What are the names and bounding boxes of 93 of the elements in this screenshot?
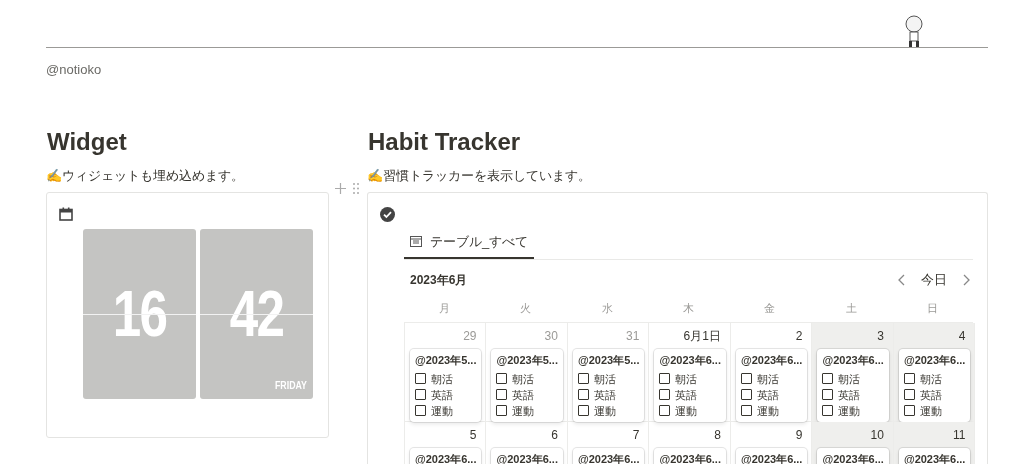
date-label: 10	[870, 428, 884, 443]
checkbox[interactable]	[659, 389, 671, 401]
event-card[interactable]: @2023年5... 朝活 英語 運動	[491, 349, 563, 422]
event-title: @2023年5...	[415, 353, 477, 369]
checkbox[interactable]	[577, 389, 589, 401]
avatar-drawing	[904, 15, 924, 47]
task-label: 朝活	[919, 371, 942, 387]
checkbox[interactable]	[903, 373, 915, 385]
view-tab[interactable]: テーブル_すべて	[404, 231, 535, 260]
task-label: 運動	[593, 403, 616, 419]
date-label: 9	[795, 428, 803, 443]
weekday-label: 水	[600, 300, 614, 316]
checkbox[interactable]	[415, 373, 426, 385]
event-card[interactable]: @2023年6... 朝活 英語 運動	[898, 349, 971, 422]
calendar-icon	[59, 207, 73, 221]
task-label: 運動	[756, 403, 779, 419]
date-label: 4	[958, 329, 966, 344]
checkbox[interactable]	[415, 389, 426, 401]
checkbox[interactable]	[740, 405, 752, 417]
weekday-label: 土	[844, 300, 858, 316]
checkbox[interactable]	[496, 389, 508, 401]
date-label: 6	[551, 428, 558, 443]
event-card[interactable]: @2023年6... 朝活 英語 運動	[654, 349, 726, 422]
checkbox[interactable]	[415, 405, 426, 417]
month-title: 2023年6月	[410, 272, 468, 289]
task-label: 英語	[431, 387, 453, 403]
task-label: 運動	[431, 403, 453, 419]
checkbox[interactable]	[822, 373, 834, 385]
date-label: 8	[714, 428, 721, 443]
task-label: 運動	[838, 403, 861, 419]
checkbox[interactable]	[577, 405, 589, 417]
checkbox[interactable]	[822, 389, 834, 401]
task-label: 英語	[675, 387, 698, 403]
date-label: 30	[544, 329, 558, 344]
task-label: 運動	[512, 403, 535, 419]
task-label: 運動	[675, 403, 698, 419]
task-label: 英語	[756, 387, 779, 403]
table-icon	[410, 236, 422, 247]
task-label: 朝活	[756, 371, 779, 387]
event-title: @2023年5...	[577, 353, 640, 369]
date-label: 31	[626, 329, 640, 344]
event-title: @2023年6...	[903, 353, 966, 369]
task-label: 英語	[593, 387, 616, 403]
section-heading: Habit Tracker	[368, 129, 522, 154]
task-label: 朝活	[593, 371, 616, 387]
date-label: 5	[469, 428, 477, 443]
drag-handle-icon[interactable]	[353, 182, 359, 194]
section-note: ✍習慣トラッカーを表示しています。	[367, 166, 592, 185]
event-card[interactable]: @2023年6... 朝活 英語 運動	[735, 349, 808, 422]
checkbox[interactable]	[496, 373, 508, 385]
date-label: 11	[952, 428, 966, 443]
event-card[interactable]: @2023年5... 朝活 英語 運動	[572, 349, 645, 422]
checkbox[interactable]	[740, 389, 752, 401]
event-card[interactable]: @2023年6... 朝活 英語 運動	[817, 349, 889, 422]
today-button[interactable]: 今日	[917, 270, 951, 290]
date-label: 7	[632, 428, 640, 443]
checkbox[interactable]	[740, 373, 752, 385]
username: @notioko	[46, 61, 103, 79]
clock-digits: 16	[112, 282, 167, 346]
event-card[interactable]: @2023年5... 朝活 英語 運動	[410, 349, 482, 422]
event-title: @2023年5...	[496, 353, 558, 369]
checkbox[interactable]	[903, 405, 915, 417]
section-heading: Widget	[47, 129, 128, 154]
event-title: @2023年6...	[659, 353, 721, 369]
task-label: 朝活	[431, 371, 453, 387]
clock-digits: 42	[229, 282, 284, 346]
checkbox[interactable]	[903, 389, 915, 401]
task-label: 朝活	[512, 371, 535, 387]
task-label: 朝活	[838, 371, 861, 387]
weekday-label: 月	[438, 300, 452, 316]
weekday-label: FRIDAY	[275, 377, 307, 393]
task-label: 英語	[512, 387, 535, 403]
task-label: 英語	[919, 387, 942, 403]
weekday-label: 木	[682, 300, 695, 316]
checkbox[interactable]	[496, 405, 508, 417]
date-label: 29	[463, 329, 477, 344]
weekday-label: 日	[925, 300, 939, 316]
section-note: ✍ウィジェットも埋め込めます。	[46, 166, 245, 185]
date-label: 3	[877, 329, 884, 344]
weekday-label: 金	[763, 300, 777, 316]
checkbox[interactable]	[577, 373, 589, 385]
check-circle-icon	[380, 207, 395, 222]
date-label: 6月1日	[683, 329, 721, 344]
weekday-label: 火	[519, 300, 533, 316]
checkbox[interactable]	[659, 373, 671, 385]
task-label: 英語	[838, 387, 861, 403]
event-title: @2023年6...	[822, 353, 884, 369]
date-label: 2	[795, 329, 803, 344]
checkbox[interactable]	[659, 405, 671, 417]
checkbox[interactable]	[822, 405, 834, 417]
event-title: @2023年6...	[740, 353, 803, 369]
task-label: 朝活	[675, 371, 698, 387]
task-label: 運動	[919, 403, 942, 419]
